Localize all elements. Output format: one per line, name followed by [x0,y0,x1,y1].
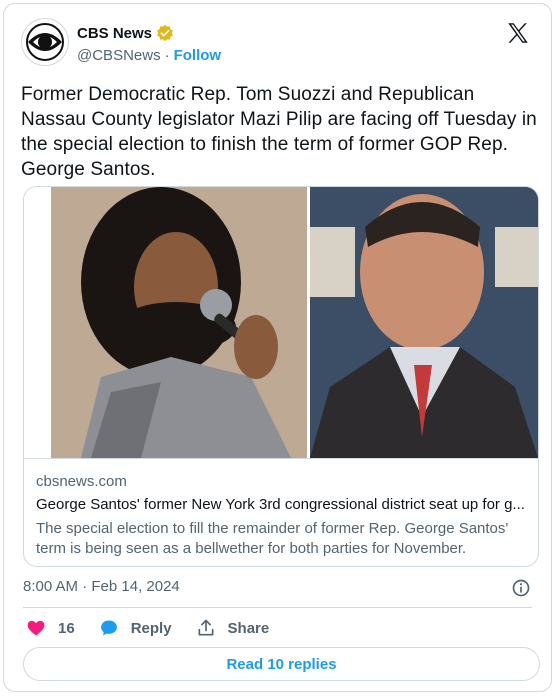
share-icon [198,619,214,636]
photo-man-speaking [310,187,538,458]
like-count: 16 [58,619,75,637]
reply-button[interactable]: Reply [99,618,172,638]
handle[interactable]: @CBSNews [77,47,161,64]
tweet-card: CBS News @CBSNews · Follow Former Democr… [3,3,552,692]
display-name[interactable]: CBS News [77,25,152,42]
info-icon[interactable] [511,578,531,598]
avatar[interactable] [21,18,69,66]
photo-woman-speaking [51,187,307,458]
photo-man-illustration [310,187,538,458]
x-logo-icon[interactable] [505,20,531,46]
verified-badge-icon [157,24,173,42]
link-preview-images [24,187,538,458]
link-description: The special election to fill the remaind… [36,520,509,557]
timestamp[interactable]: 8:00 AM · Feb 14, 2024 [23,578,180,595]
action-bar: 16 Reply Share [26,616,293,640]
read-replies-button[interactable]: Read 10 replies [23,647,540,681]
link-title[interactable]: George Santos' former New York 3rd congr… [36,496,526,513]
share-button[interactable]: Share [196,618,270,638]
link-domain: cbsnews.com [36,473,127,490]
reply-label: Reply [130,619,172,637]
link-preview-card[interactable]: cbsnews.com George Santos' former New Yo… [23,186,539,567]
photo-woman-illustration [51,187,307,458]
heart-icon [27,620,45,636]
timestamp-row: 8:00 AM · Feb 14, 2024 [23,576,531,600]
cbs-eye-logo-icon [26,23,64,61]
follow-link[interactable]: Follow [174,47,222,64]
tweet-header: CBS News @CBSNews · Follow [21,18,535,72]
share-label: Share [227,619,270,637]
like-button[interactable]: 16 [26,618,75,638]
handle-row: @CBSNews · Follow [77,47,221,64]
divider [23,607,532,608]
reply-bubble-icon [100,620,117,636]
name-row: CBS News [77,24,174,42]
tweet-text: Former Democratic Rep. Tom Suozzi and Re… [21,84,537,180]
separator-dot: · [164,47,170,64]
link-preview-meta: cbsnews.com George Santos' former New Yo… [24,458,538,566]
